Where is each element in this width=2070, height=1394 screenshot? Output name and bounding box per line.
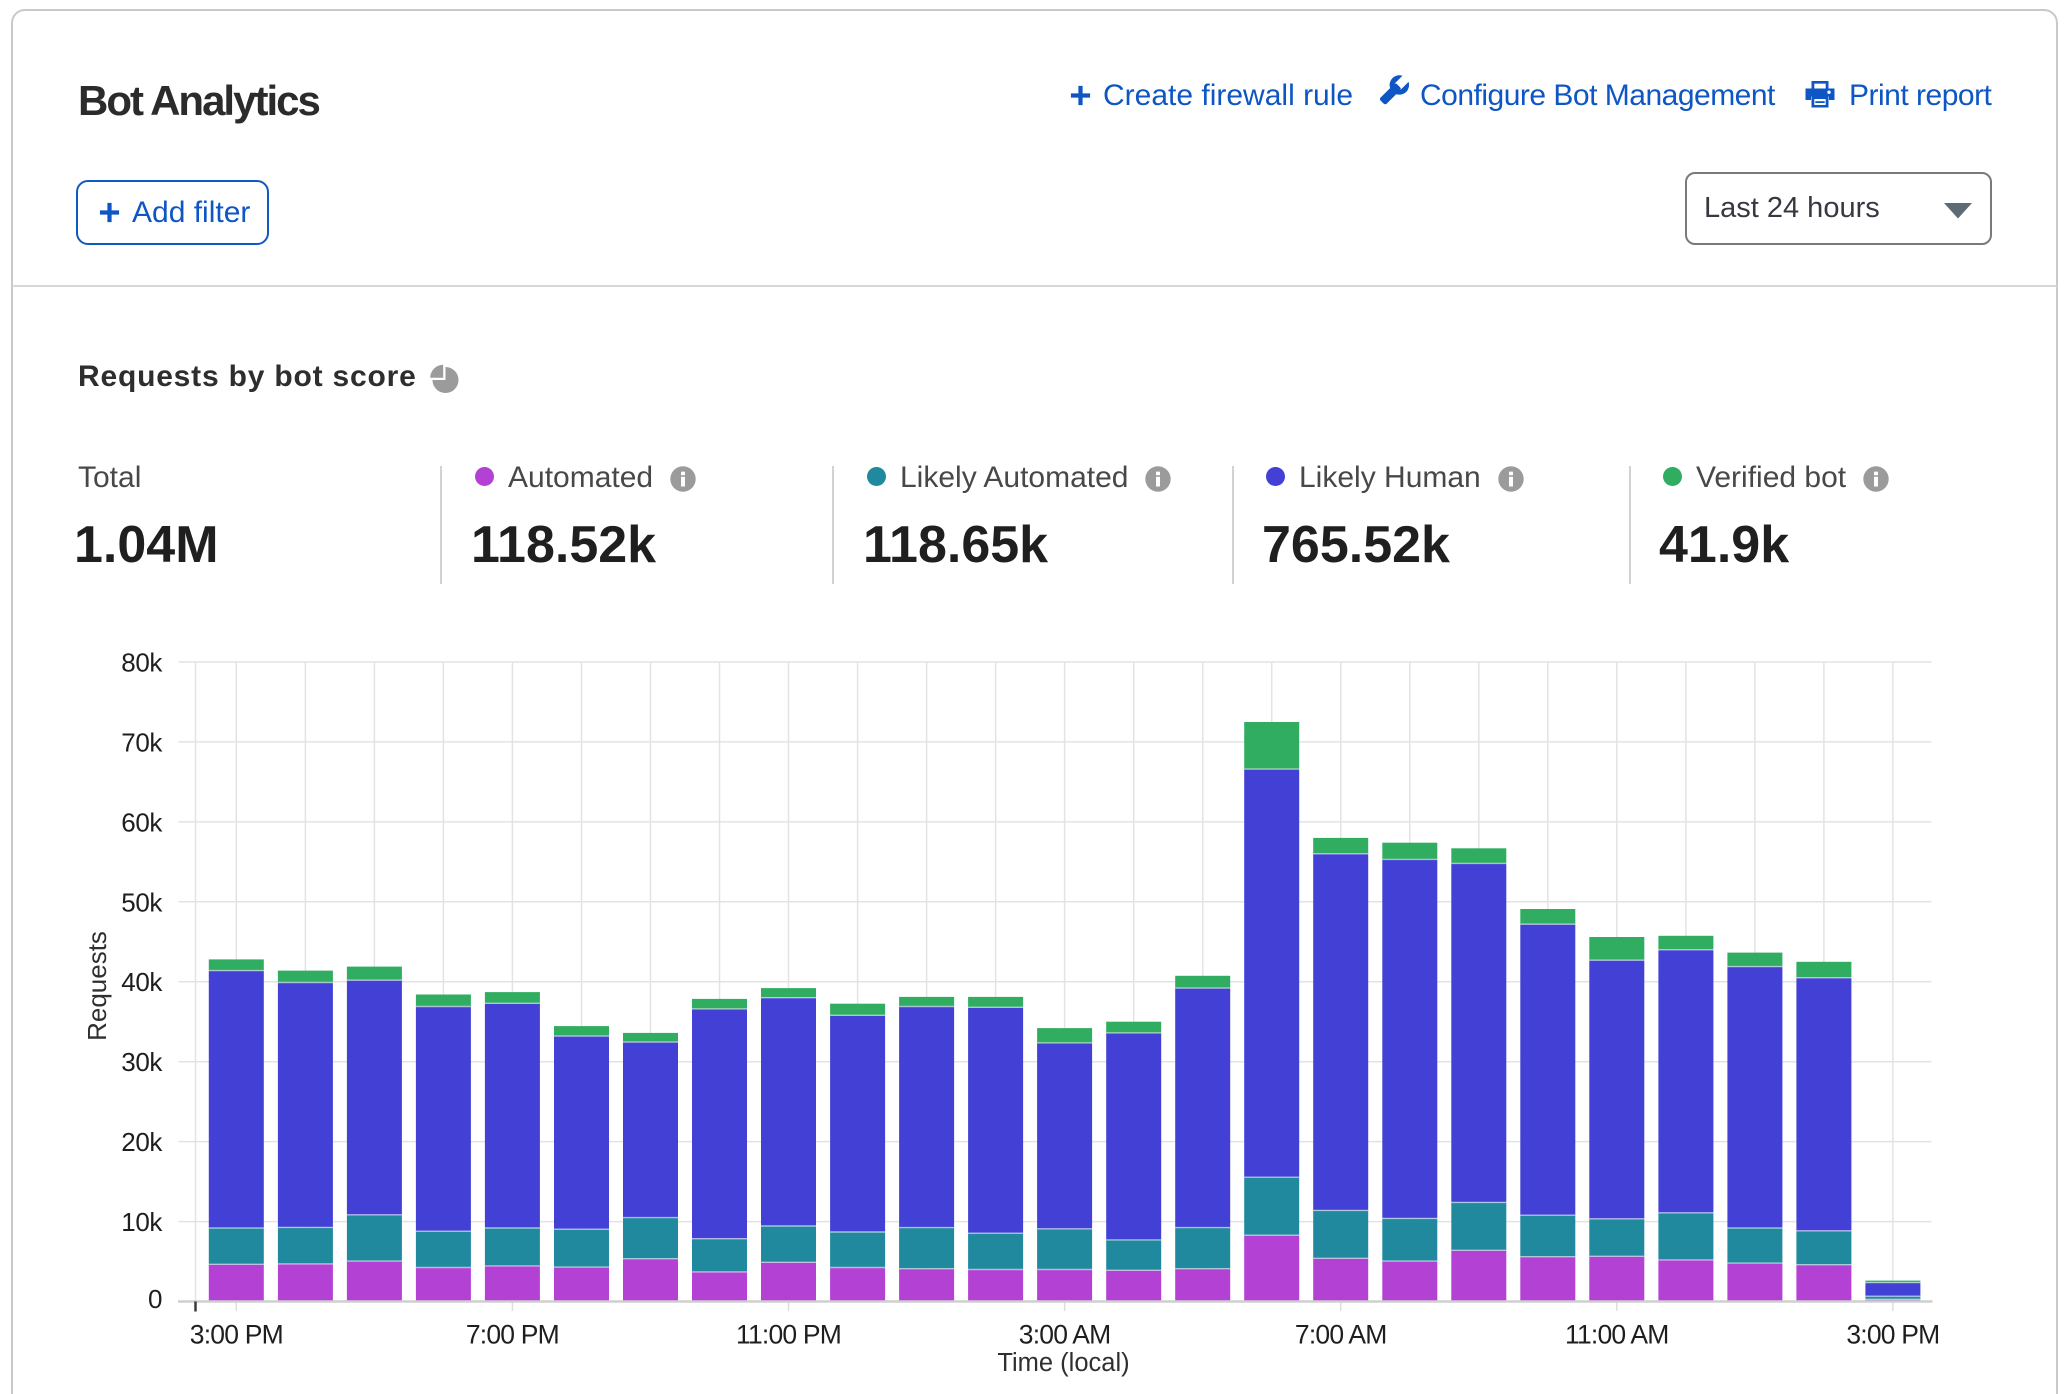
svg-text:Time (local): Time (local) <box>997 1349 1129 1377</box>
svg-text:3:00 PM: 3:00 PM <box>190 1320 283 1350</box>
svg-text:11:00 AM: 11:00 AM <box>1565 1320 1669 1350</box>
svg-text:70k: 70k <box>121 727 163 757</box>
svg-text:80k: 80k <box>121 648 163 678</box>
svg-text:0: 0 <box>148 1284 162 1314</box>
svg-text:10k: 10k <box>121 1207 163 1237</box>
svg-text:11:00 PM: 11:00 PM <box>736 1320 841 1350</box>
svg-text:40k: 40k <box>121 967 163 997</box>
svg-text:Requests: Requests <box>82 931 112 1041</box>
svg-text:50k: 50k <box>121 887 163 917</box>
svg-text:20k: 20k <box>121 1127 163 1157</box>
svg-text:7:00 AM: 7:00 AM <box>1295 1320 1387 1350</box>
svg-text:30k: 30k <box>121 1047 163 1077</box>
svg-text:3:00 AM: 3:00 AM <box>1019 1320 1111 1350</box>
svg-text:3:00 PM: 3:00 PM <box>1846 1320 1939 1350</box>
svg-text:7:00 PM: 7:00 PM <box>466 1320 559 1350</box>
svg-text:60k: 60k <box>121 807 163 837</box>
